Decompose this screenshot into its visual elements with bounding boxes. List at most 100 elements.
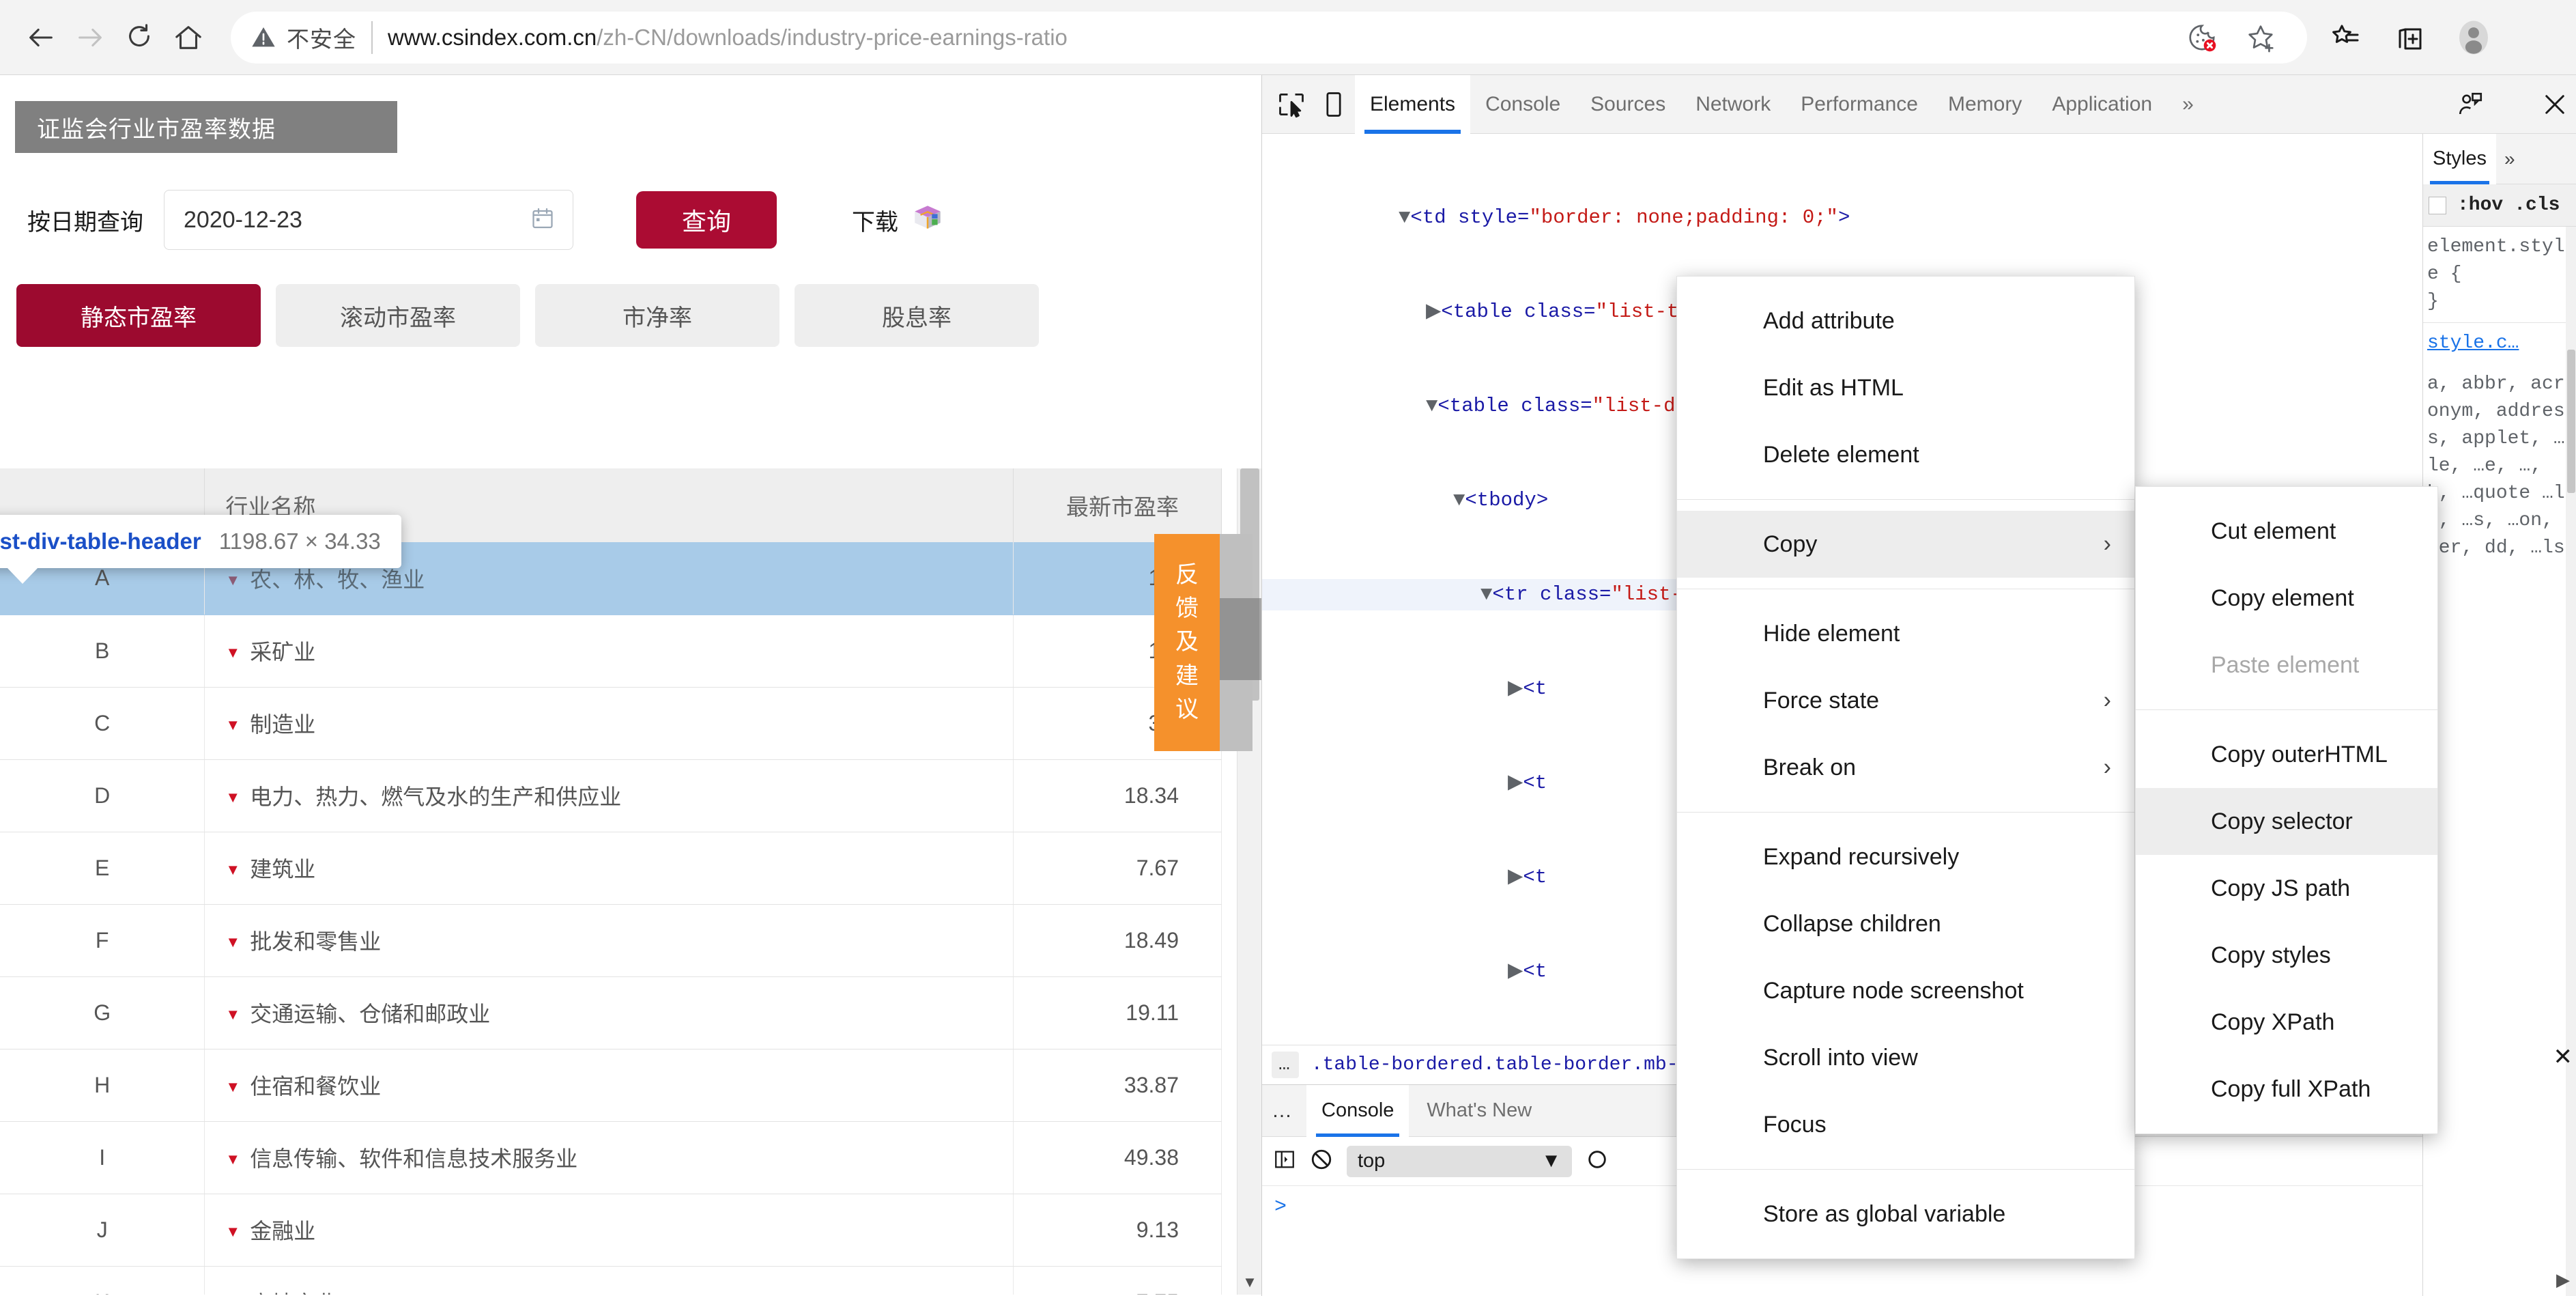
- table-row[interactable]: B ▼采矿业 14.: [0, 615, 1222, 688]
- inspect-element-icon[interactable]: [1270, 83, 1313, 126]
- forward-button[interactable]: [66, 13, 115, 62]
- cell-industry-name[interactable]: ▼ 信息传输、软件和信息技术服务业: [204, 1121, 1014, 1194]
- menu-item-break-on[interactable]: Break on ›: [1677, 734, 2134, 801]
- styles-overflow-chevron-icon[interactable]: »: [2496, 148, 2523, 170]
- menu-item-add-attribute[interactable]: Add attribute: [1677, 287, 2134, 354]
- tab-sources[interactable]: Sources: [1575, 75, 1680, 134]
- styles-close-icon[interactable]: ✕: [2553, 1043, 2573, 1071]
- styles-filter-checkbox[interactable]: [2429, 196, 2446, 214]
- styles-scrollbar[interactable]: [2566, 227, 2576, 1296]
- menu-item-force-state[interactable]: Force state ›: [1677, 667, 2134, 734]
- download-link[interactable]: 下载: [852, 200, 945, 240]
- tab-dividend-yield[interactable]: 股息率: [795, 284, 1039, 347]
- expand-caret-icon[interactable]: ▼: [225, 1006, 240, 1024]
- menu-item-focus[interactable]: Focus: [1677, 1091, 2134, 1158]
- url-text[interactable]: www.csindex.com.cn/zh-CN/downloads/indus…: [388, 25, 1068, 51]
- breadcrumb-overflow-dots[interactable]: …: [1272, 1052, 1299, 1078]
- expand-caret-icon[interactable]: ▼: [225, 644, 240, 662]
- collections-icon[interactable]: [2323, 16, 2367, 59]
- menu-item-scroll-into-view[interactable]: Scroll into view: [1677, 1024, 2134, 1091]
- tab-console[interactable]: Console: [1470, 75, 1575, 134]
- element-style-rule[interactable]: element.style { }: [2423, 227, 2576, 322]
- expand-caret-icon[interactable]: ▼: [225, 1223, 240, 1241]
- class-editor-toggle[interactable]: .cls: [2514, 195, 2560, 216]
- reload-button[interactable]: [115, 13, 164, 62]
- tab-static-pe[interactable]: 静态市盈率: [16, 284, 261, 347]
- submenu-item-copy-js-path[interactable]: Copy JS path: [2136, 855, 2437, 922]
- tab-elements[interactable]: Elements: [1355, 74, 1471, 134]
- expand-caret-icon[interactable]: ▼: [225, 1151, 240, 1168]
- cell-industry-name[interactable]: ▼ 采矿业: [204, 615, 1014, 688]
- table-row[interactable]: F ▼ 批发和零售业 18.49: [0, 904, 1222, 977]
- tab-overflow-chevron-icon[interactable]: »: [2167, 75, 2209, 134]
- site-security-badge[interactable]: 不安全: [250, 20, 373, 54]
- query-submit-button[interactable]: 查询: [636, 191, 777, 249]
- style-selector-list[interactable]: a, abbr, acronym, address, applet, …le, …: [2423, 364, 2576, 569]
- tab-memory[interactable]: Memory: [1933, 75, 2037, 134]
- style-source-link-text[interactable]: style.c…: [2427, 333, 2519, 354]
- submenu-item-copy-styles[interactable]: Copy styles: [2136, 922, 2437, 989]
- style-source-link[interactable]: style.c…: [2423, 323, 2576, 364]
- tab-rolling-pe[interactable]: 滚动市盈率: [276, 284, 520, 347]
- sidebar-toggle-icon[interactable]: [1273, 1148, 1296, 1174]
- submenu-item-cut-element[interactable]: Cut element: [2136, 498, 2437, 565]
- drawer-tab-console[interactable]: Console: [1306, 1084, 1409, 1137]
- home-button[interactable]: [164, 13, 213, 62]
- calendar-icon[interactable]: [530, 206, 555, 234]
- menu-item-edit-as-html[interactable]: Edit as HTML: [1677, 354, 2134, 421]
- cookie-blocked-icon[interactable]: [2180, 16, 2224, 59]
- tab-performance[interactable]: Performance: [1786, 75, 1933, 134]
- cell-industry-name[interactable]: ▼ 金融业: [204, 1194, 1014, 1267]
- split-screen-icon[interactable]: [2388, 16, 2431, 59]
- expand-caret-icon[interactable]: ▼: [225, 861, 240, 879]
- expand-caret-icon[interactable]: ▼: [225, 933, 240, 951]
- device-toolbar-icon[interactable]: [1313, 83, 1355, 126]
- cell-industry-name[interactable]: ▼ 住宿和餐饮业: [204, 1049, 1014, 1122]
- tab-pb-ratio[interactable]: 市净率: [535, 284, 779, 347]
- profile-avatar-icon[interactable]: [2452, 16, 2495, 59]
- drawer-tab-whats-new[interactable]: What's New: [1412, 1085, 1547, 1137]
- cell-industry-name[interactable]: ▼ 建筑业: [204, 832, 1014, 905]
- expand-caret-icon[interactable]: ▼: [225, 1078, 240, 1096]
- styles-expand-arrow-icon[interactable]: ▶: [2556, 1269, 2570, 1291]
- submenu-item-copy-outerhtml[interactable]: Copy outerHTML: [2136, 721, 2437, 788]
- table-row[interactable]: J ▼ 金融业 9.13: [0, 1194, 1222, 1267]
- drawer-more-dots-icon[interactable]: …: [1272, 1099, 1304, 1123]
- table-row[interactable]: H ▼ 住宿和餐饮业 33.87: [0, 1049, 1222, 1122]
- cell-industry-name[interactable]: ▼ 交通运输、仓储和邮政业: [204, 976, 1014, 1050]
- tab-styles[interactable]: Styles: [2423, 134, 2496, 184]
- menu-item-expand-recursively[interactable]: Expand recursively: [1677, 823, 2134, 890]
- table-row[interactable]: E ▼ 建筑业 7.67: [0, 832, 1222, 905]
- menu-item-delete-element[interactable]: Delete element: [1677, 421, 2134, 488]
- more-dots-icon[interactable]: [2491, 83, 2534, 126]
- favorite-star-icon[interactable]: [2239, 16, 2282, 59]
- styles-scrollbar-thumb[interactable]: [2567, 350, 2575, 493]
- address-bar[interactable]: 不安全 www.csindex.com.cn/zh-CN/downloads/i…: [231, 11, 2307, 64]
- expand-caret-icon[interactable]: ▼: [225, 789, 240, 806]
- table-row[interactable]: C ▼制造业 39.: [0, 687, 1222, 760]
- date-input[interactable]: 2020-12-23: [164, 190, 573, 250]
- submenu-item-copy-full-xpath[interactable]: Copy full XPath: [2136, 1056, 2437, 1123]
- cell-industry-name[interactable]: ▼ 批发和零售业: [204, 904, 1014, 977]
- feedback-suggestion-tab[interactable]: 反 馈 及 建 议: [1154, 534, 1220, 751]
- menu-item-capture-node-screenshot[interactable]: Capture node screenshot: [1677, 957, 2134, 1024]
- force-hover-toggle[interactable]: :hov: [2457, 195, 2503, 216]
- settings-more-icon[interactable]: [2516, 16, 2560, 59]
- submenu-item-copy-element[interactable]: Copy element: [2136, 565, 2437, 632]
- scroll-down-arrow-icon[interactable]: ▼: [1237, 1270, 1261, 1295]
- clear-console-icon[interactable]: [1310, 1148, 1333, 1174]
- menu-item-store-as-global-variable[interactable]: Store as global variable: [1677, 1181, 2134, 1248]
- feedback-person-icon[interactable]: [2449, 83, 2491, 126]
- table-row[interactable]: G ▼ 交通运输、仓储和邮政业 19.11: [0, 976, 1222, 1050]
- expand-caret-icon[interactable]: ▼: [225, 572, 240, 589]
- tab-application[interactable]: Application: [2037, 75, 2167, 134]
- zip-archive-icon[interactable]: [911, 200, 945, 240]
- expand-caret-icon[interactable]: ▼: [225, 716, 240, 734]
- column-header-latest-pe[interactable]: 最新市盈率: [1013, 468, 1222, 542]
- breadcrumb-node[interactable]: .table-bordered.table-border.mb-20: [1311, 1054, 1701, 1075]
- submenu-item-copy-xpath[interactable]: Copy XPath: [2136, 989, 2437, 1056]
- close-devtools-icon[interactable]: [2534, 83, 2576, 126]
- table-row[interactable]: I ▼ 信息传输、软件和信息技术服务业 49.38: [0, 1121, 1222, 1194]
- back-button[interactable]: [16, 13, 66, 62]
- cell-industry-name[interactable]: ▼ 制造业: [204, 687, 1014, 760]
